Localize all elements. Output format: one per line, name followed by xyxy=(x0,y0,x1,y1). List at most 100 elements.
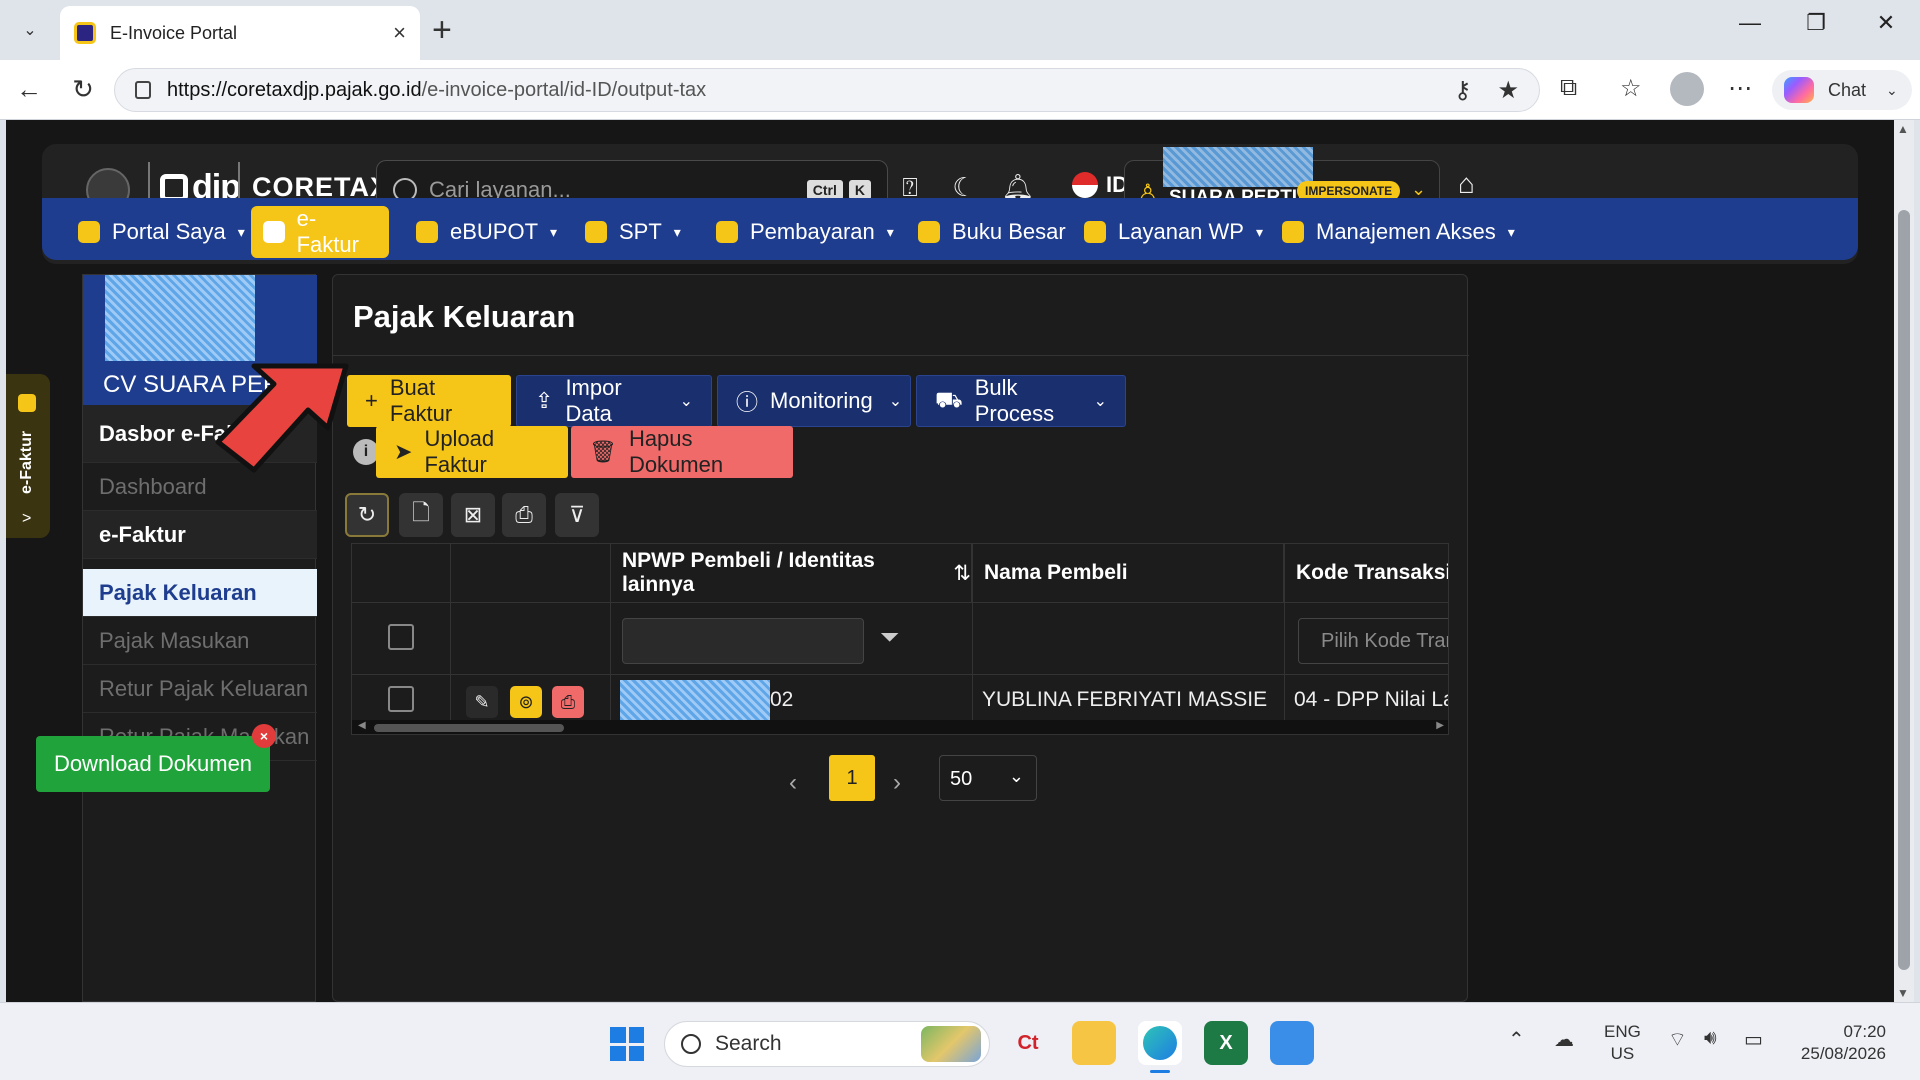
wifi-icon[interactable]: ⌔ xyxy=(1668,1027,1687,1052)
copilot-chat-button[interactable]: Chat ⌄ xyxy=(1772,70,1912,110)
row-checkbox[interactable] xyxy=(388,686,414,712)
nav-layanan-wp[interactable]: Layanan WP ▾ xyxy=(1072,206,1275,258)
vertical-scrollbar[interactable]: ▲ ▼ xyxy=(1894,120,1914,1002)
more-options-icon[interactable]: ⋯ xyxy=(1728,74,1752,103)
select-all-checkbox[interactable] xyxy=(388,624,414,650)
content-panel: Pajak Keluaran + Buat Faktur ⇪ Impor Data ⌄… xyxy=(332,274,1469,1002)
photos-app-icon[interactable] xyxy=(1270,1021,1314,1065)
export-excel-button[interactable]: ⊠ xyxy=(451,493,495,537)
file-pdf-icon: ⎙ xyxy=(560,691,576,712)
nav-pembayaran[interactable]: Pembayaran ▾ xyxy=(704,206,906,258)
favorites-icon[interactable]: ☆ xyxy=(1620,74,1642,103)
previous-page-icon[interactable]: ‹ xyxy=(789,769,797,797)
clear-filter-button[interactable]: ⊽ xyxy=(555,493,599,537)
download-dokumen-button[interactable]: Download Dokumen xyxy=(36,736,270,792)
npwp-filter-input[interactable] xyxy=(622,618,864,664)
key-icon[interactable]: ⚷ xyxy=(1454,76,1472,105)
scroll-right-icon[interactable]: ▶ xyxy=(1436,720,1444,731)
sort-icon[interactable]: ⇅ xyxy=(953,561,971,586)
tab-title: E-Invoice Portal xyxy=(110,22,238,43)
buat-faktur-button[interactable]: + Buat Faktur xyxy=(347,375,511,427)
npwp-cell: 02 xyxy=(770,688,794,711)
taskbar-search[interactable]: Search xyxy=(664,1021,990,1067)
hapus-dokumen-button[interactable]: 🗑︎ Hapus Dokumen xyxy=(571,426,793,478)
new-tab-button[interactable]: + xyxy=(432,12,452,48)
show-hidden-icons-icon[interactable]: ⌃ xyxy=(1508,1027,1525,1052)
close-tab-icon[interactable]: × xyxy=(393,20,406,46)
bulk-process-button[interactable]: ⛟ Bulk Process ⌄ xyxy=(916,375,1126,427)
column-header-kode-transaksi[interactable]: Kode Transaksi xyxy=(1284,544,1448,602)
column-header-nama-pembeli[interactable]: Nama Pembeli xyxy=(972,544,1284,602)
clock[interactable]: 07:20 25/08/2026 xyxy=(1786,1021,1886,1065)
sidebar-item-retur-pajak-keluaran[interactable]: Retur Pajak Keluaran xyxy=(83,665,317,713)
sidebar-item-pajak-keluaran[interactable]: Pajak Keluaran xyxy=(83,569,317,617)
minimize-button[interactable]: — xyxy=(1730,10,1770,36)
current-page-button[interactable]: 1 xyxy=(829,755,875,801)
upload-faktur-button[interactable]: ➤ Upload Faktur xyxy=(376,426,568,478)
column-header-npwp[interactable]: NPWP Pembeli / Identitas lainnya ⇅ xyxy=(610,544,972,602)
chevron-down-icon: ⌄ xyxy=(1411,179,1427,199)
next-page-icon[interactable]: › xyxy=(893,769,901,797)
trash-icon: 🗑︎ xyxy=(589,439,617,464)
reload-button[interactable]: ↻ xyxy=(66,74,100,105)
edit-button[interactable]: ✎ xyxy=(466,686,498,718)
scrollbar-thumb[interactable] xyxy=(1898,210,1910,970)
shortcut-key: Ctrl xyxy=(806,180,843,200)
export-file-button[interactable]: 🗋 xyxy=(399,493,443,537)
nav-manajemen-akses[interactable]: Manajemen Akses ▾ xyxy=(1270,206,1527,258)
battery-icon[interactable]: ▭ xyxy=(1744,1027,1763,1052)
info-circle-icon: ⓘ xyxy=(736,390,759,415)
file-explorer-icon[interactable] xyxy=(1072,1021,1116,1065)
profile-avatar[interactable] xyxy=(1670,72,1704,106)
scroll-left-icon[interactable]: ◀ xyxy=(358,720,366,731)
file-pdf-icon: ⎙ xyxy=(515,502,533,527)
restore-button[interactable]: ❐ xyxy=(1796,10,1836,36)
e-faktur-side-drawer-tab[interactable]: e-Faktur > xyxy=(6,374,50,538)
monitoring-button[interactable]: ⓘ Monitoring ⌄ xyxy=(717,375,911,427)
browser-tab-bar: ⌄ E-Invoice Portal × + — ❐ ✕ xyxy=(0,0,1920,60)
nav-portal-saya[interactable]: Portal Saya ▾ xyxy=(66,206,257,258)
page-size-select[interactable]: 50 ⌄ xyxy=(939,755,1037,801)
indonesia-flag-icon xyxy=(1072,172,1098,198)
star-icon[interactable]: ★ xyxy=(1497,76,1519,105)
onedrive-icon[interactable]: ☁ xyxy=(1554,1027,1574,1052)
chevron-down-icon: ⌄ xyxy=(23,22,37,39)
extensions-icon[interactable]: ⧉ xyxy=(1560,74,1577,102)
edge-browser-icon[interactable] xyxy=(1138,1021,1182,1073)
nav-ebupot[interactable]: eBUPOT ▾ xyxy=(404,206,569,258)
scrollbar-thumb[interactable] xyxy=(374,724,564,732)
nav-e-faktur[interactable]: e-Faktur xyxy=(251,206,389,258)
scroll-up-icon[interactable]: ▲ xyxy=(1897,122,1909,136)
export-pdf-button[interactable]: ⎙ xyxy=(502,493,546,537)
sidebar-item-pajak-masukan[interactable]: Pajak Masukan xyxy=(83,617,317,665)
url-field[interactable]: https://coretaxdjp.pajak.go.id/e-invoice… xyxy=(114,68,1540,112)
copilot-label: Chat xyxy=(1828,79,1867,100)
windows-start-icon[interactable] xyxy=(610,1027,644,1061)
tab-list-button[interactable]: ⌄ xyxy=(10,12,50,48)
pdf-button[interactable]: ⎙ xyxy=(552,686,584,718)
close-download-icon[interactable]: × xyxy=(252,724,276,748)
excel-icon[interactable]: X xyxy=(1204,1021,1248,1065)
nav-spt[interactable]: SPT ▾ xyxy=(573,206,693,258)
impor-data-button[interactable]: ⇪ Impor Data ⌄ xyxy=(516,375,712,427)
coretax-app-icon[interactable]: Ct xyxy=(1006,1021,1050,1065)
nav-buku-besar[interactable]: Buku Besar xyxy=(906,206,1078,258)
sidebar-item-e-faktur[interactable]: e-Faktur xyxy=(83,511,317,559)
kode-transaksi-filter-select[interactable]: Pilih Kode Transaksi xyxy=(1298,618,1448,664)
home-icon[interactable]: ⌂ xyxy=(1458,168,1475,200)
back-button[interactable]: ← xyxy=(12,74,46,105)
close-window-button[interactable]: ✕ xyxy=(1866,10,1906,36)
browser-tab[interactable]: E-Invoice Portal × xyxy=(60,6,420,60)
input-language[interactable]: ENG US xyxy=(1604,1021,1641,1065)
scroll-down-icon[interactable]: ▼ xyxy=(1897,986,1909,1000)
volume-icon[interactable]: 🔊︎ xyxy=(1704,1027,1717,1050)
lock-icon xyxy=(135,81,151,99)
record-button[interactable]: ⊚ xyxy=(510,686,542,718)
spt-icon xyxy=(585,221,607,243)
chevron-down-icon: ⌄ xyxy=(888,393,903,410)
chevron-down-icon: ▾ xyxy=(1255,223,1263,240)
title-divider xyxy=(333,355,1469,356)
taskbar-search-label: Search xyxy=(715,1032,782,1055)
horizontal-scrollbar[interactable]: ◀ ▶ xyxy=(352,720,1448,734)
filter-icon[interactable]: ⏷ xyxy=(880,624,899,652)
